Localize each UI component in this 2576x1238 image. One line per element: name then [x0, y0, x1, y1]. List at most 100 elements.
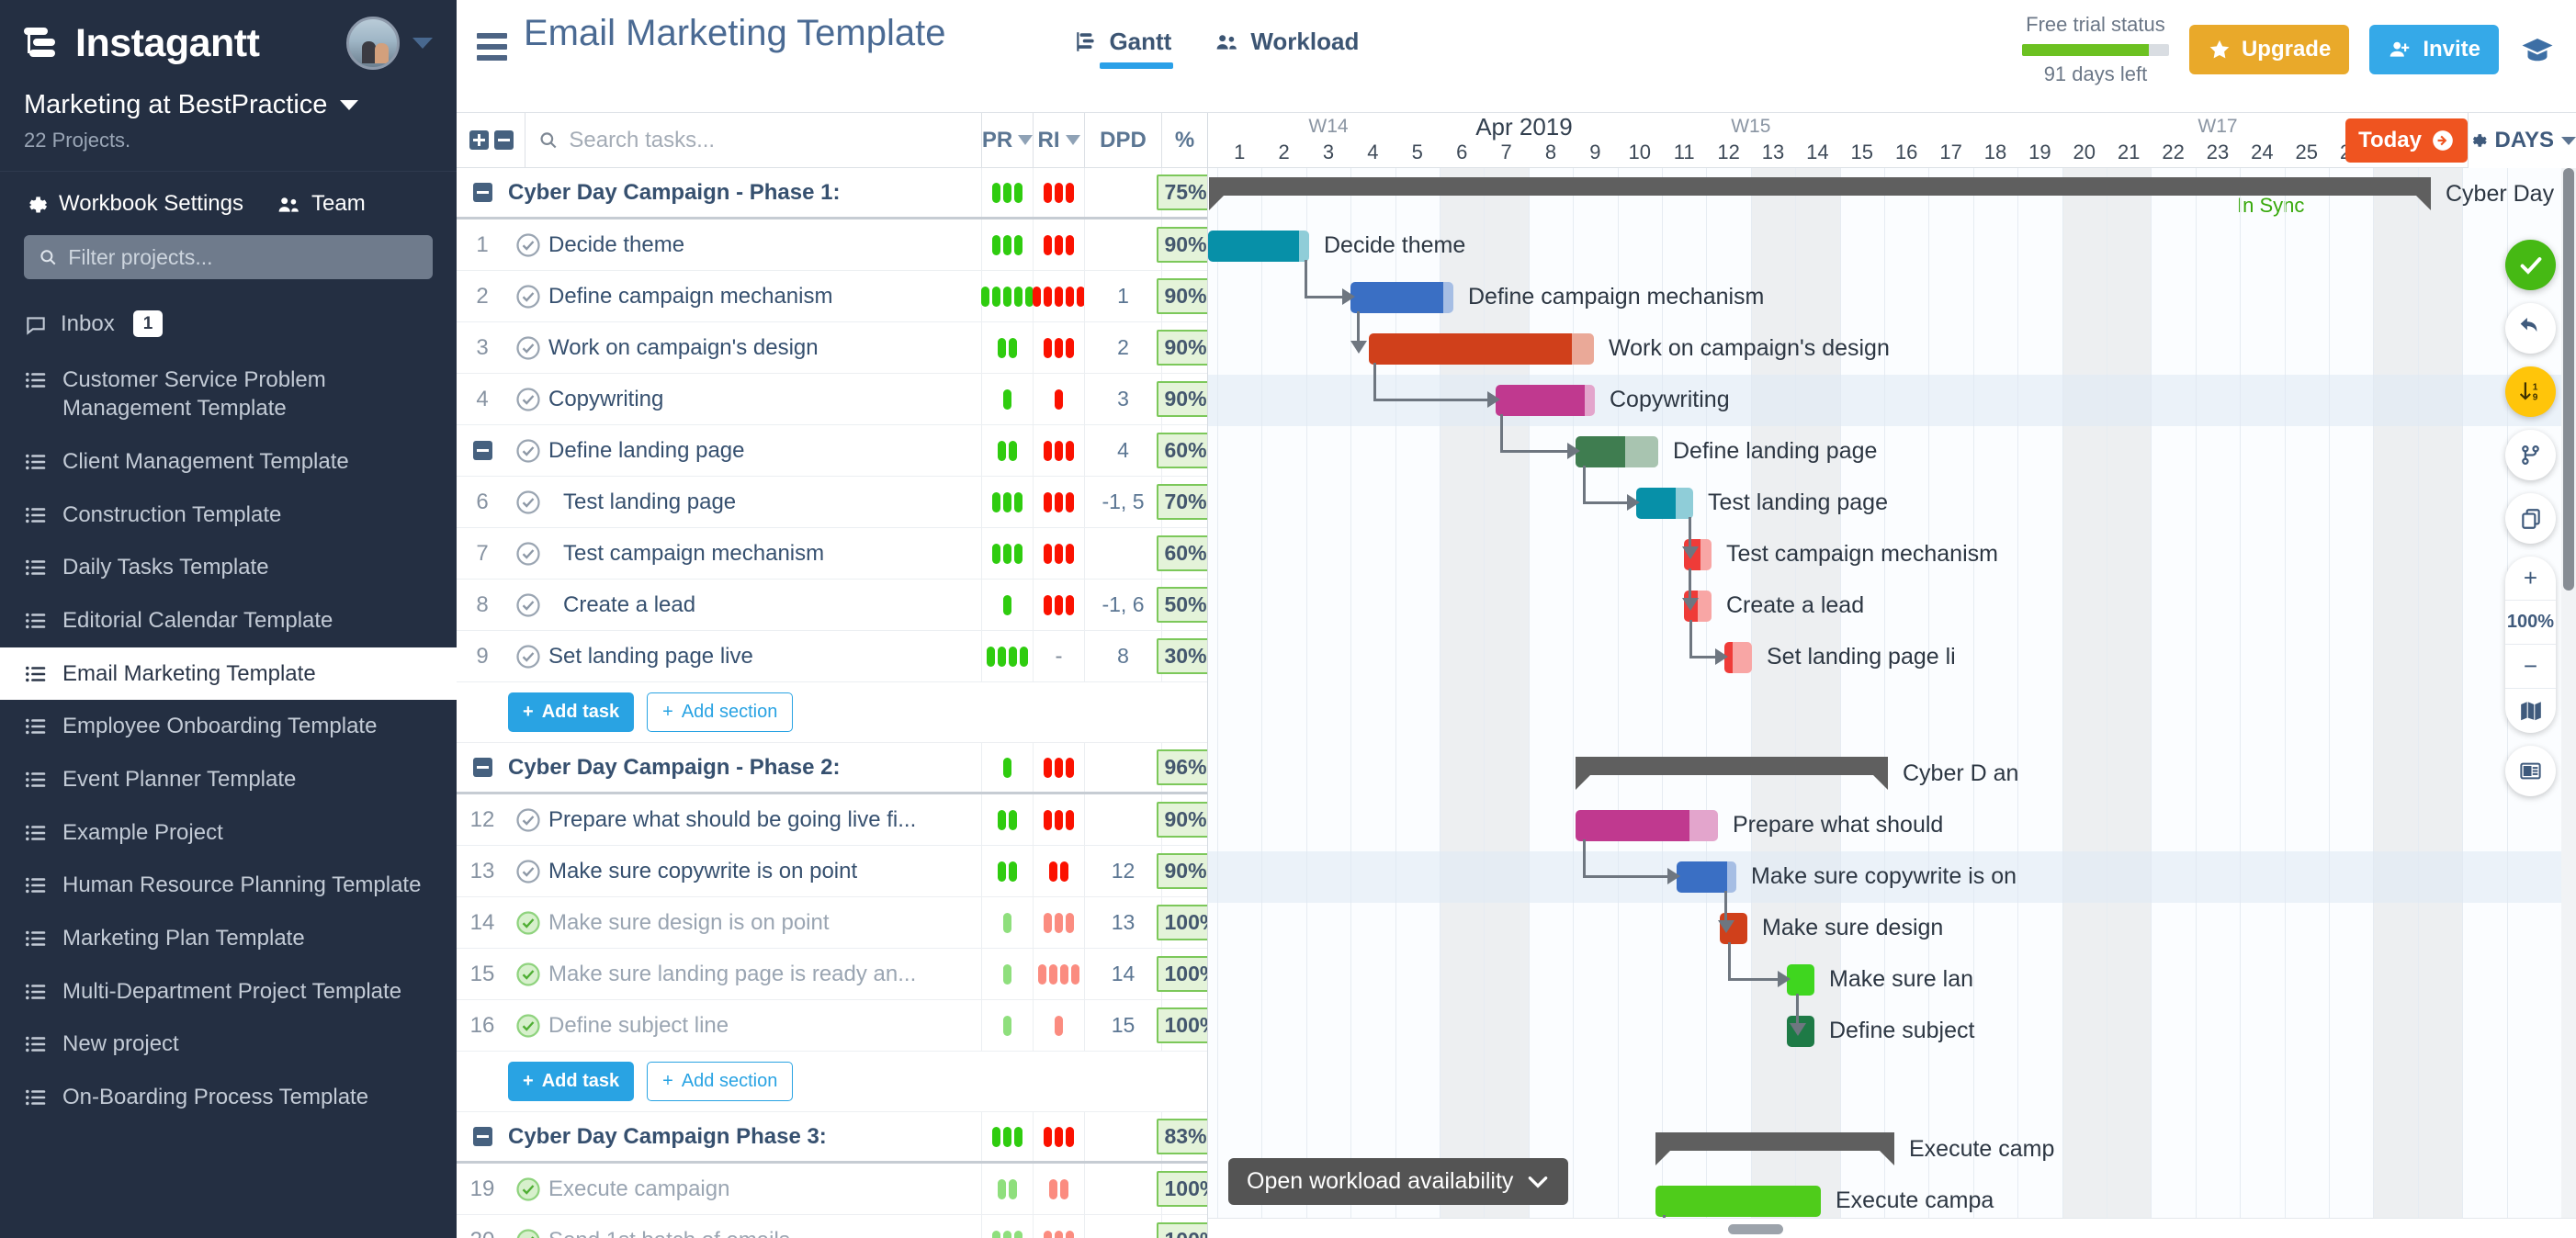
gantt-summary-bar[interactable] [1209, 177, 2431, 210]
table-row[interactable]: 1 Decide theme 90% [457, 219, 1207, 271]
section-row[interactable]: Cyber Day Campaign Phase 3: 83% [457, 1112, 1207, 1164]
gantt-task-bar[interactable] [1636, 488, 1693, 519]
row-check[interactable] [508, 231, 548, 259]
today-button[interactable]: Today [2345, 118, 2468, 163]
table-row[interactable]: 3 Work on campaign's design 2 90% [457, 322, 1207, 374]
zoom-out-button[interactable]: − [2505, 645, 2556, 689]
table-row[interactable]: 13 Make sure copywrite is on point 12 90% [457, 846, 1207, 897]
row-check[interactable] [508, 1227, 548, 1238]
sidebar-item-project[interactable]: Client Management Template [0, 435, 457, 489]
table-row[interactable]: 15 Make sure landing page is ready an... 1… [457, 949, 1207, 1000]
table-row[interactable]: 12 Prepare what should be going live fi..… [457, 794, 1207, 846]
chevron-down-icon[interactable] [412, 38, 433, 49]
legend-button[interactable] [2505, 746, 2556, 796]
open-workload-availability-button[interactable]: Open workload availability [1228, 1158, 1569, 1205]
sidebar-item-project[interactable]: Editorial Calendar Template [0, 594, 457, 647]
gantt-task-bar[interactable] [1576, 810, 1718, 841]
collapse-all-button[interactable] [494, 130, 514, 150]
dependencies-button[interactable] [2505, 430, 2556, 480]
row-check[interactable] [508, 858, 548, 885]
filter-projects-box[interactable] [24, 235, 433, 279]
sidebar-item-project[interactable]: Construction Template [0, 489, 457, 542]
table-row[interactable]: 8 Create a lead -1, 6 50% [457, 580, 1207, 631]
collapse-toggle-icon[interactable] [472, 441, 492, 460]
task-complete-icon[interactable] [514, 806, 542, 834]
collapse-toggle-icon[interactable] [472, 183, 492, 202]
task-complete-icon[interactable] [514, 1176, 542, 1203]
column-header-pct[interactable]: % [1161, 113, 1207, 167]
gantt-vertical-scrollbar[interactable] [2561, 168, 2576, 1218]
task-complete-icon[interactable] [514, 591, 542, 619]
gantt-task-bar[interactable] [1369, 333, 1594, 365]
column-header-dpd[interactable]: DPD [1084, 113, 1161, 167]
table-row[interactable]: 16 Define subject line 15100% [457, 1000, 1207, 1052]
table-row[interactable]: 4 Copywriting 3 90% [457, 374, 1207, 425]
task-complete-icon[interactable] [514, 1227, 542, 1238]
sync-ok-button[interactable] [2505, 240, 2556, 290]
filter-projects-input[interactable] [68, 244, 418, 270]
tab-workload[interactable]: Workload [1214, 28, 1359, 69]
sort-button[interactable]: 19 [2505, 366, 2556, 417]
search-tasks-input[interactable] [569, 127, 968, 153]
fit-to-screen-button[interactable] [2505, 689, 2556, 733]
sidebar-item-inbox[interactable]: Inbox 1 [0, 298, 457, 354]
table-row[interactable]: 19 Execute campaign 100% [457, 1164, 1207, 1215]
row-check[interactable] [508, 909, 548, 937]
row-check[interactable] [508, 540, 548, 568]
column-header-pr[interactable]: PR [981, 113, 1034, 167]
gantt-task-bar[interactable] [1677, 861, 1736, 893]
section-row[interactable]: Cyber Day Campaign - Phase 1: 75% [457, 168, 1207, 219]
row-collapse-toggle[interactable] [457, 758, 508, 777]
expand-all-button[interactable] [469, 130, 489, 150]
task-complete-icon[interactable] [514, 386, 542, 413]
sidebar-item-project[interactable]: On-Boarding Process Template [0, 1071, 457, 1124]
sidebar-item-project[interactable]: New project [0, 1018, 457, 1071]
gantt-task-bar[interactable] [1724, 642, 1752, 673]
task-complete-icon[interactable] [514, 231, 542, 259]
row-check[interactable] [508, 591, 548, 619]
table-row[interactable]: 9 Set landing page live -8 30% [457, 631, 1207, 682]
table-row[interactable]: 14 Make sure design is on point 13100% [457, 897, 1207, 949]
task-complete-icon[interactable] [514, 540, 542, 568]
row-check[interactable] [508, 806, 548, 834]
add-task-button[interactable]: + Add task [508, 692, 635, 732]
gantt-summary-bar[interactable] [1576, 757, 1888, 790]
row-collapse-toggle[interactable] [457, 441, 508, 460]
row-check[interactable] [508, 961, 548, 988]
avatar[interactable] [346, 17, 400, 70]
gantt-task-bar[interactable] [1208, 231, 1309, 262]
column-header-ri[interactable]: RI [1033, 113, 1084, 167]
collapse-toggle-icon[interactable] [472, 758, 492, 777]
timeline-zoom-unit-select[interactable]: DAYS [2468, 113, 2576, 168]
graduation-cap-icon[interactable] [2519, 36, 2556, 63]
row-check[interactable] [508, 489, 548, 516]
gantt-task-bar[interactable] [1787, 964, 1814, 996]
task-complete-icon[interactable] [514, 858, 542, 885]
row-check[interactable] [508, 386, 548, 413]
add-section-button[interactable]: + Add section [647, 692, 794, 732]
task-complete-icon[interactable] [514, 961, 542, 988]
sidebar-item-project[interactable]: Customer Service Problem Management Temp… [0, 354, 457, 435]
menu-toggle-button[interactable] [457, 0, 524, 61]
gantt-summary-bar[interactable] [1655, 1132, 1894, 1165]
row-check[interactable] [508, 437, 548, 465]
row-collapse-toggle[interactable] [457, 1127, 508, 1146]
sidebar-item-project[interactable]: Email Marketing Template [0, 647, 457, 701]
account-menu[interactable] [346, 17, 433, 70]
workbook-settings-button[interactable]: Workbook Settings [24, 190, 243, 217]
sidebar-item-project[interactable]: Event Planner Template [0, 753, 457, 806]
sidebar-item-project[interactable]: Multi-Department Project Template [0, 965, 457, 1019]
row-check[interactable] [508, 1176, 548, 1203]
invite-button[interactable]: Invite [2369, 25, 2499, 74]
zoom-in-button[interactable]: + [2505, 557, 2556, 601]
section-row[interactable]: Cyber Day Campaign - Phase 2: 96% [457, 743, 1207, 794]
gantt-task-bar[interactable] [1576, 436, 1658, 467]
task-complete-icon[interactable] [514, 643, 542, 670]
tab-gantt[interactable]: Gantt [1074, 28, 1174, 69]
gantt-task-bar[interactable] [1655, 1186, 1821, 1217]
task-complete-icon[interactable] [514, 909, 542, 937]
table-row[interactable]: 2 Define campaign mechanism 1 90% [457, 271, 1207, 322]
gantt-task-bar[interactable] [1350, 282, 1453, 313]
gantt-horizontal-scrollbar[interactable] [1208, 1218, 2576, 1238]
table-row[interactable]: Define landing page 4 60% [457, 425, 1207, 477]
